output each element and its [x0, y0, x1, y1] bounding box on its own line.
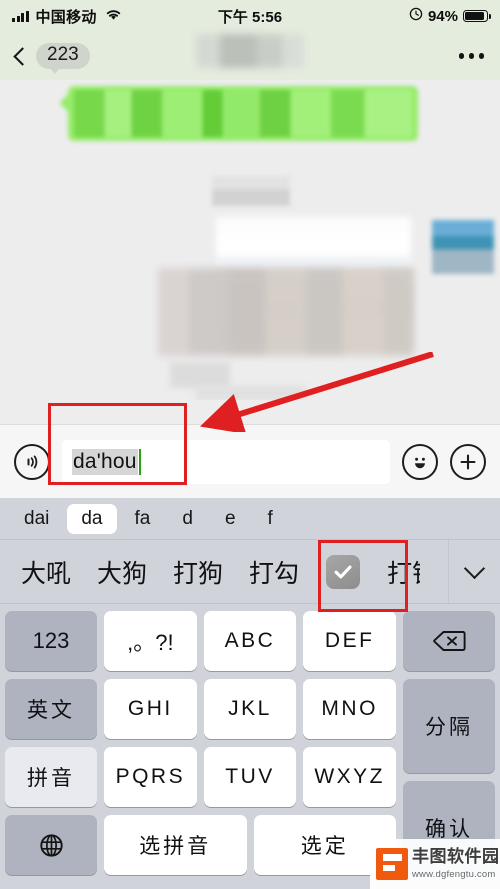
chinese-keyboard: dai da fa d e f 大吼 大狗 打狗 打勾 打钩 123 ,。?! … [0, 498, 500, 889]
voice-input-icon[interactable] [14, 443, 50, 480]
wifi-icon [104, 7, 123, 25]
input-composition-text: da'hou [72, 448, 138, 475]
status-bar-left: 中国移动 [12, 6, 123, 27]
alarm-icon [409, 7, 423, 25]
outgoing-message-bubble[interactable] [68, 86, 418, 141]
key-mno[interactable]: MNO [303, 679, 397, 739]
key-tuv[interactable]: TUV [203, 747, 297, 807]
key-123[interactable]: 123 [5, 611, 97, 671]
candidate-dagou3[interactable]: 打勾 [236, 554, 312, 590]
red-arrow-pointing-to-input [199, 352, 434, 432]
candidate-dagou2[interactable]: 打狗 [160, 554, 236, 590]
watermark-url: www.dgfengtu.com [412, 868, 496, 880]
unread-count-badge[interactable]: 223 [36, 43, 90, 74]
watermark: 丰图软件园 www.dgfengtu.com [370, 839, 500, 889]
key-english-mode[interactable]: 英文 [5, 679, 97, 739]
key-row-3: 拼音 PQRS TUV WXYZ [5, 747, 397, 807]
pinyin-segment-d[interactable]: d [168, 504, 207, 534]
checkbox-checked-emoji[interactable] [326, 554, 361, 589]
key-abc[interactable]: ABC [203, 611, 297, 671]
candidate-dagou[interactable]: 大狗 [84, 554, 160, 590]
pinyin-segment-bar: dai da fa d e f [0, 498, 500, 540]
key-row-2: 英文 GHI JKL MNO [5, 679, 397, 739]
candidate-dagou-checkmark[interactable]: 打钩 [374, 554, 420, 590]
pinyin-segment-dai[interactable]: dai [10, 504, 63, 534]
watermark-logo-icon [376, 848, 408, 880]
message-text-input[interactable]: da'hou [62, 439, 390, 484]
chevron-down-icon[interactable] [448, 540, 500, 603]
signal-bars-icon [12, 10, 29, 22]
back-chevron-icon [13, 46, 32, 66]
back-button[interactable]: 223 [13, 43, 90, 74]
key-pinyin-mode[interactable]: 拼音 [5, 747, 97, 807]
key-jkl[interactable]: JKL [203, 679, 297, 739]
candidate-dahou[interactable]: 大吼 [8, 554, 84, 590]
text-cursor [138, 448, 142, 475]
status-bar: 中国移动 下午 5:56 94% [0, 0, 500, 32]
key-select-pinyin[interactable]: 选拼音 [104, 815, 247, 875]
blurred-card-body [158, 268, 414, 356]
blurred-message-text [212, 176, 290, 206]
pinyin-segment-da[interactable]: da [67, 503, 117, 534]
key-row-1: 123 ,。?! ABC DEF [5, 611, 496, 671]
watermark-site-name: 丰图软件园 [412, 847, 500, 867]
battery-percent-label: 94% [427, 7, 458, 25]
carrier-label: 中国移动 [35, 8, 97, 26]
key-def[interactable]: DEF [303, 611, 397, 671]
pinyin-segment-e[interactable]: e [211, 504, 250, 534]
more-options-icon[interactable] [458, 53, 484, 59]
plus-circle-icon[interactable] [450, 443, 486, 480]
message-input-bar: da'hou [0, 424, 500, 498]
avatar [432, 220, 494, 274]
chat-title-blurred [196, 34, 304, 68]
status-bar-right: 94% [409, 7, 491, 25]
key-punctuation[interactable]: ,。?! [104, 611, 197, 671]
key-ghi[interactable]: GHI [104, 679, 197, 739]
navigation-bar: 223 [0, 32, 500, 80]
emoji-smiley-icon[interactable] [402, 443, 438, 480]
key-pqrs[interactable]: PQRS [104, 747, 197, 807]
key-row-4: 选拼音 选定 [5, 815, 396, 875]
pinyin-segment-f[interactable]: f [254, 504, 287, 534]
pinyin-segment-fa[interactable]: fa [121, 504, 165, 534]
key-grid-left: 英文 GHI JKL MNO 拼音 PQRS TUV WXYZ 选拼音 选定 [5, 679, 397, 875]
globe-icon[interactable] [5, 815, 97, 875]
backspace-icon[interactable] [403, 611, 496, 671]
key-wxyz[interactable]: WXYZ [303, 747, 397, 807]
battery-icon [463, 10, 491, 22]
key-separator[interactable]: 分隔 [403, 679, 495, 773]
candidate-bar: 大吼 大狗 打狗 打勾 打钩 [0, 540, 500, 604]
